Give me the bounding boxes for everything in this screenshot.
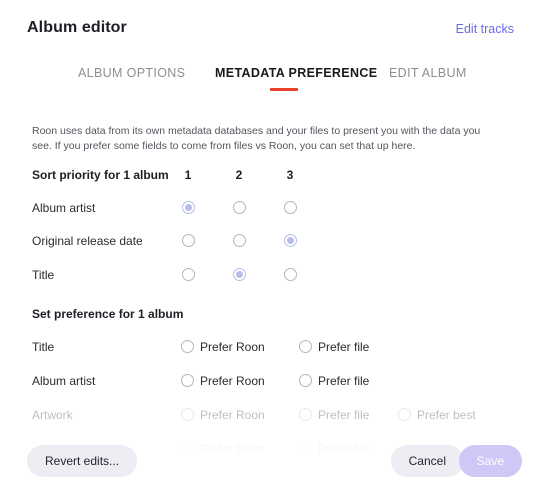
sort-radio-original-release-date-1[interactable]: [182, 234, 195, 247]
tab-album-options[interactable]: ALBUM OPTIONS: [78, 66, 185, 80]
sort-row-label-title: Title: [32, 268, 55, 282]
sort-radio-title-3[interactable]: [284, 268, 297, 281]
sort-priority-title: Sort priority for 1 album: [32, 168, 169, 182]
sort-radio-original-release-date-2[interactable]: [233, 234, 246, 247]
pref-row-label-album-artist: Album artist: [32, 374, 96, 388]
sort-radio-album-artist-2[interactable]: [233, 201, 246, 214]
sort-radio-title-1[interactable]: [182, 268, 195, 281]
pref-label-album-artist-prefer-file[interactable]: Prefer file: [318, 374, 369, 388]
pref-radio-album-artist-prefer-file[interactable]: [299, 374, 312, 387]
sort-radio-title-2[interactable]: [233, 268, 246, 281]
tab-metadata-preference[interactable]: METADATA PREFERENCE: [215, 66, 377, 80]
tab-bar: ALBUM OPTIONS METADATA PREFERENCE EDIT A…: [0, 66, 540, 94]
pref-label-album-artist-prefer-roon[interactable]: Prefer Roon: [200, 374, 265, 388]
sort-row-label-original-release-date: Original release date: [32, 234, 143, 248]
save-button[interactable]: Save: [458, 445, 522, 477]
sort-column-header-3: 3: [286, 168, 294, 182]
pref-radio-title-prefer-file[interactable]: [299, 340, 312, 353]
pref-label-title-prefer-file[interactable]: Prefer file: [318, 340, 369, 354]
pref-label-artwork-prefer-roon[interactable]: Prefer Roon: [200, 408, 265, 422]
pref-label-title-prefer-roon[interactable]: Prefer Roon: [200, 340, 265, 354]
pref-label-artwork-prefer-best[interactable]: Prefer best: [417, 408, 476, 422]
pref-label-artwork-prefer-file[interactable]: Prefer file: [318, 408, 369, 422]
sort-radio-original-release-date-3[interactable]: [284, 234, 297, 247]
pref-radio-artwork-prefer-file[interactable]: [299, 408, 312, 421]
page-title: Album editor: [27, 19, 127, 36]
pref-row-label-title: Title: [32, 340, 55, 354]
pref-radio-album-artist-prefer-roon[interactable]: [181, 374, 194, 387]
pref-radio-artwork-prefer-best[interactable]: [398, 408, 411, 421]
cancel-button[interactable]: Cancel: [390, 445, 464, 477]
sort-column-header-2: 2: [235, 168, 243, 182]
sort-column-header-1: 1: [184, 168, 192, 182]
metadata-description: Roon uses data from its own metadata dat…: [32, 125, 481, 152]
album-editor-panel: Album editor Edit tracks ALBUM OPTIONS M…: [0, 0, 540, 500]
panel-header: Album editor Edit tracks: [0, 0, 540, 55]
edit-tracks-link[interactable]: Edit tracks: [456, 22, 514, 36]
tab-edit-album[interactable]: EDIT ALBUM: [389, 66, 467, 80]
active-tab-indicator: [270, 88, 298, 91]
pref-radio-title-prefer-roon[interactable]: [181, 340, 194, 353]
sort-radio-album-artist-3[interactable]: [284, 201, 297, 214]
footer-action-bar: Revert edits... Cancel Save: [0, 438, 540, 500]
sort-row-label-album-artist: Album artist: [32, 201, 96, 215]
sort-radio-album-artist-1[interactable]: [182, 201, 195, 214]
pref-row-label-artwork: Artwork: [32, 408, 73, 422]
set-preference-title: Set preference for 1 album: [32, 307, 184, 321]
revert-edits-button[interactable]: Revert edits...: [27, 445, 138, 477]
pref-radio-artwork-prefer-roon[interactable]: [181, 408, 194, 421]
